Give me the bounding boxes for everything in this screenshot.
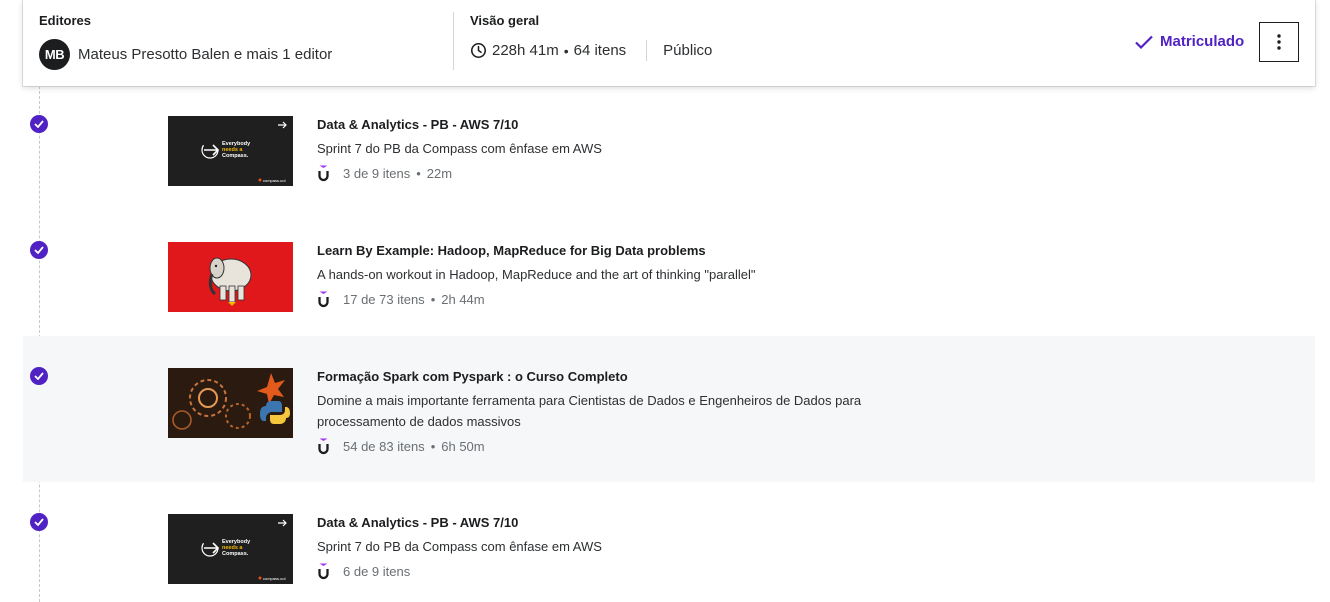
- overview-title: Visão geral: [470, 13, 540, 28]
- course-info: Formação Spark com Pyspark : o Curso Com…: [317, 369, 917, 455]
- editors-row[interactable]: MB Mateus Presotto Balen e mais 1 editor: [39, 39, 332, 70]
- course-title[interactable]: Learn By Example: Hadoop, MapReduce for …: [317, 243, 917, 258]
- completed-check-icon: [30, 367, 48, 385]
- course-duration: 2h 44m: [441, 292, 485, 307]
- course-duration: 22m: [426, 166, 453, 181]
- avatar[interactable]: MB: [39, 39, 70, 70]
- thumb-brand: compass.uol: [263, 576, 286, 581]
- course-thumbnail[interactable]: Everybody needs a Compass. compass.uol: [168, 514, 293, 584]
- thumb-text-3: Compass.: [222, 551, 249, 557]
- course-row[interactable]: Formação Spark com Pyspark : o Curso Com…: [23, 336, 1315, 482]
- course-meta: 17 de 73 itens • 2h 44m: [317, 291, 917, 308]
- bullet-separator: •: [563, 42, 569, 59]
- enrolled-label[interactable]: Matriculado: [1160, 33, 1244, 50]
- clock-icon: [470, 42, 487, 59]
- course-title[interactable]: Data & Analytics - PB - AWS 7/10: [317, 117, 917, 132]
- course-duration: 6h 50m: [441, 439, 485, 454]
- more-options-button[interactable]: [1259, 22, 1299, 62]
- course-title[interactable]: Data & Analytics - PB - AWS 7/10: [317, 515, 917, 530]
- course-thumbnail[interactable]: Everybody needs a Compass. compass.uol: [168, 116, 293, 186]
- enrolled-button[interactable]: Matriculado: [1134, 33, 1244, 50]
- kebab-menu-icon: [1277, 34, 1281, 50]
- course-description: A hands-on workout in Hadoop, MapReduce …: [317, 267, 756, 282]
- editors-section: Editores MB Mateus Presotto Balen e mais…: [39, 13, 332, 70]
- completed-check-icon: [30, 513, 48, 531]
- udemy-logo-icon: [318, 291, 329, 308]
- course-description: Sprint 7 do PB da Compass com ênfase em …: [317, 539, 602, 554]
- thumb-brand: compass.uol: [263, 178, 286, 183]
- udemy-logo-icon: [318, 563, 329, 580]
- course-info: Data & Analytics - PB - AWS 7/10 Sprint …: [317, 515, 917, 580]
- course-progress: 54 de 83 itens: [343, 439, 425, 454]
- course-info: Learn By Example: Hadoop, MapReduce for …: [317, 243, 917, 308]
- course-row[interactable]: Everybody needs a Compass. compass.uol D…: [23, 86, 1315, 232]
- course-progress: 6 de 9 itens: [343, 564, 411, 579]
- course-title[interactable]: Formação Spark com Pyspark : o Curso Com…: [317, 369, 917, 384]
- course-description: Sprint 7 do PB da Compass com ênfase em …: [317, 141, 602, 156]
- course-progress: 17 de 73 itens: [343, 292, 425, 307]
- thumb-text-3: Compass.: [222, 153, 249, 159]
- overview-divider: [646, 40, 648, 61]
- course-meta: 6 de 9 itens: [317, 563, 917, 580]
- editors-text[interactable]: Mateus Presotto Balen e mais 1 editor: [78, 46, 332, 63]
- course-info: Data & Analytics - PB - AWS 7/10 Sprint …: [317, 117, 917, 182]
- header-divider: [453, 12, 454, 70]
- course-list-header: Editores MB Mateus Presotto Balen e mais…: [23, 0, 1315, 86]
- visibility-label: Público: [663, 42, 713, 59]
- total-items: 64 itens: [573, 42, 627, 59]
- check-icon: [1135, 35, 1153, 49]
- course-description: Domine a mais importante ferramenta para…: [317, 393, 862, 429]
- course-meta: 3 de 9 itens • 22m: [317, 165, 917, 182]
- editors-title: Editores: [39, 13, 92, 28]
- course-progress: 3 de 9 itens: [343, 166, 411, 181]
- completed-check-icon: [30, 241, 48, 259]
- completed-check-icon: [30, 115, 48, 133]
- meta-separator: •: [430, 439, 436, 454]
- spark-python-icon: [168, 368, 293, 438]
- overview-row: 228h 41m • 64 itens Público: [470, 40, 712, 61]
- course-thumbnail[interactable]: [168, 368, 293, 438]
- course-meta: 54 de 83 itens • 6h 50m: [317, 438, 917, 455]
- course-thumbnail[interactable]: [168, 242, 293, 312]
- meta-separator: •: [430, 292, 436, 307]
- overview-section: Visão geral 228h 41m • 64 itens Público: [470, 13, 712, 61]
- meta-separator: •: [416, 166, 421, 181]
- total-duration: 228h 41m: [492, 42, 559, 59]
- udemy-logo-icon: [318, 165, 329, 182]
- course-row[interactable]: Everybody needs a Compass. compass.uol D…: [23, 484, 1315, 602]
- elephant-icon: [208, 257, 252, 306]
- udemy-logo-icon: [318, 438, 329, 455]
